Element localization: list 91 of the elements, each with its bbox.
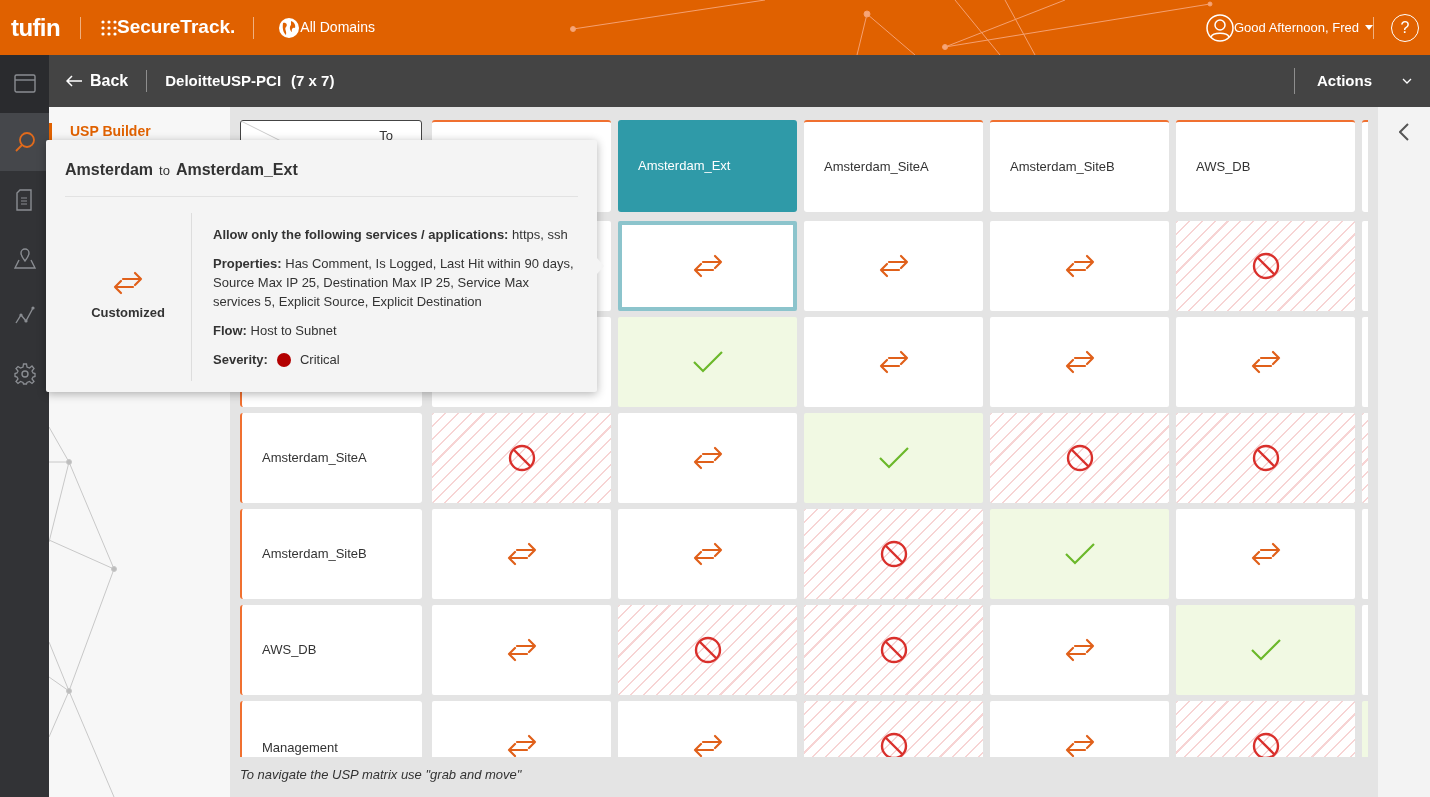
prohibited-icon[interactable]	[1251, 252, 1280, 280]
user-avatar-icon[interactable]	[1205, 13, 1234, 42]
matrix-cell[interactable]	[618, 605, 797, 695]
exchange-arrows-icon[interactable]	[1064, 254, 1095, 278]
globe-icon[interactable]	[278, 16, 301, 39]
domain-selector[interactable]: All Domains	[300, 17, 375, 38]
exchange-arrows-icon[interactable]	[1064, 734, 1095, 757]
prohibited-icon[interactable]	[879, 636, 908, 664]
exchange-arrows-icon[interactable]	[506, 638, 537, 662]
map-pin-icon	[13, 247, 36, 269]
matrix-cell[interactable]	[1176, 221, 1355, 311]
user-greeting[interactable]: Good Afternoon, Fred	[1233, 17, 1359, 38]
checkmark-icon[interactable]	[1064, 543, 1095, 565]
exchange-arrows-icon[interactable]	[1064, 638, 1095, 662]
exchange-arrows-icon[interactable]	[506, 542, 537, 566]
source-zone: Amsterdam	[65, 160, 154, 180]
matrix-cell[interactable]	[618, 413, 797, 503]
nav-item[interactable]	[0, 113, 49, 171]
detail-text: Flow: Host to Subnet	[213, 322, 337, 340]
panel-title: USP Builder	[70, 123, 151, 139]
exchange-arrows-icon[interactable]	[878, 350, 909, 374]
exchange-arrows-icon[interactable]	[506, 734, 537, 757]
prohibited-icon[interactable]	[507, 444, 536, 472]
matrix-cell[interactable]	[804, 317, 983, 407]
matrix-cell[interactable]	[804, 605, 983, 695]
matrix-cell[interactable]	[432, 413, 611, 503]
caret-icon[interactable]	[1365, 25, 1373, 30]
matrix-cell[interactable]	[1176, 317, 1355, 407]
exchange-arrows-icon[interactable]	[1250, 350, 1281, 374]
matrix-cell[interactable]	[618, 221, 797, 311]
matrix-cell[interactable]	[990, 221, 1169, 311]
matrix-cell[interactable]	[990, 317, 1169, 407]
row-header[interactable]: Amsterdam_SiteA	[240, 413, 422, 503]
column-header[interactable]: Amsterdam_SiteA	[804, 120, 983, 212]
exchange-arrows-icon[interactable]	[1064, 350, 1095, 374]
matrix-cell[interactable]	[804, 221, 983, 311]
prohibited-icon[interactable]	[1065, 444, 1094, 472]
prohibited-icon[interactable]	[1251, 732, 1280, 757]
checkmark-icon[interactable]	[1250, 639, 1281, 661]
exchange-arrows-icon[interactable]	[692, 734, 723, 757]
app-grid-icon[interactable]	[101, 19, 117, 36]
matrix-cell[interactable]	[804, 509, 983, 599]
actions-dropdown[interactable]: Actions	[1317, 69, 1412, 93]
matrix-cell[interactable]	[432, 509, 611, 599]
severity-value: Critical	[299, 351, 340, 369]
prohibited-icon[interactable]	[693, 636, 722, 664]
matrix-size: (7 x 7)	[291, 70, 335, 91]
row-header[interactable]: Management	[240, 701, 422, 757]
column-header[interactable]: AWS_DB	[1176, 120, 1355, 212]
row-header[interactable]: AWS_DB	[240, 605, 422, 695]
search-icon	[13, 131, 36, 153]
checkmark-icon[interactable]	[878, 447, 909, 469]
matrix-cell[interactable]	[804, 413, 983, 503]
detail-text: Properties: Has Comment, Is Logged, Last Hit within 90 days, Source Max IP 25, Destination Max IP 25, Service Max services 5, Explicit Source, Explicit Destination	[213, 255, 575, 311]
product-name: SecureTrack.	[117, 15, 236, 40]
chevron-down-icon	[1402, 78, 1412, 84]
exchange-arrows-icon[interactable]	[878, 254, 909, 278]
row-header[interactable]: Amsterdam_SiteB	[240, 509, 422, 599]
checkmark-icon[interactable]	[692, 351, 723, 373]
back-arrow-icon	[66, 75, 82, 87]
exchange-arrows-icon[interactable]	[692, 254, 723, 278]
to-label: to	[159, 162, 170, 180]
prohibited-icon[interactable]	[879, 732, 908, 757]
window-icon	[13, 73, 36, 95]
back-button[interactable]: Back	[66, 69, 129, 93]
column-header[interactable]: Amsterdam_SiteB	[990, 120, 1169, 212]
matrix-cell[interactable]	[1176, 509, 1355, 599]
exchange-arrows-icon[interactable]	[692, 542, 723, 566]
to-label: To	[379, 127, 393, 145]
exchange-arrows-icon[interactable]	[1250, 542, 1281, 566]
hint-text: To navigate the USP matrix use "grab and move"	[240, 766, 522, 784]
matrix-cell[interactable]	[618, 317, 797, 407]
collapse-chevron-icon[interactable]	[1399, 123, 1409, 141]
matrix-cell[interactable]	[1176, 413, 1355, 503]
exchange-arrows-icon[interactable]	[113, 271, 143, 296]
status-label: Customized	[91, 304, 165, 323]
destination-zone: Amsterdam_Ext	[175, 160, 298, 180]
matrix-cell[interactable]	[432, 605, 611, 695]
detail-text: Severity:	[213, 351, 268, 369]
exchange-arrows-icon[interactable]	[692, 446, 723, 470]
matrix-cell[interactable]	[618, 509, 797, 599]
settings-icon	[13, 363, 36, 385]
prohibited-icon[interactable]	[879, 540, 908, 568]
matrix-cell[interactable]	[1176, 605, 1355, 695]
logo-text: tufin	[11, 12, 60, 43]
detail-text: Allow only the following services / applications: https, ssh	[213, 226, 568, 244]
prohibited-icon[interactable]	[1251, 444, 1280, 472]
matrix-title: DeloitteUSP-PCI	[165, 70, 282, 91]
matrix-cell[interactable]	[990, 605, 1169, 695]
matrix-cell[interactable]	[990, 413, 1169, 503]
matrix-cell[interactable]	[990, 509, 1169, 599]
